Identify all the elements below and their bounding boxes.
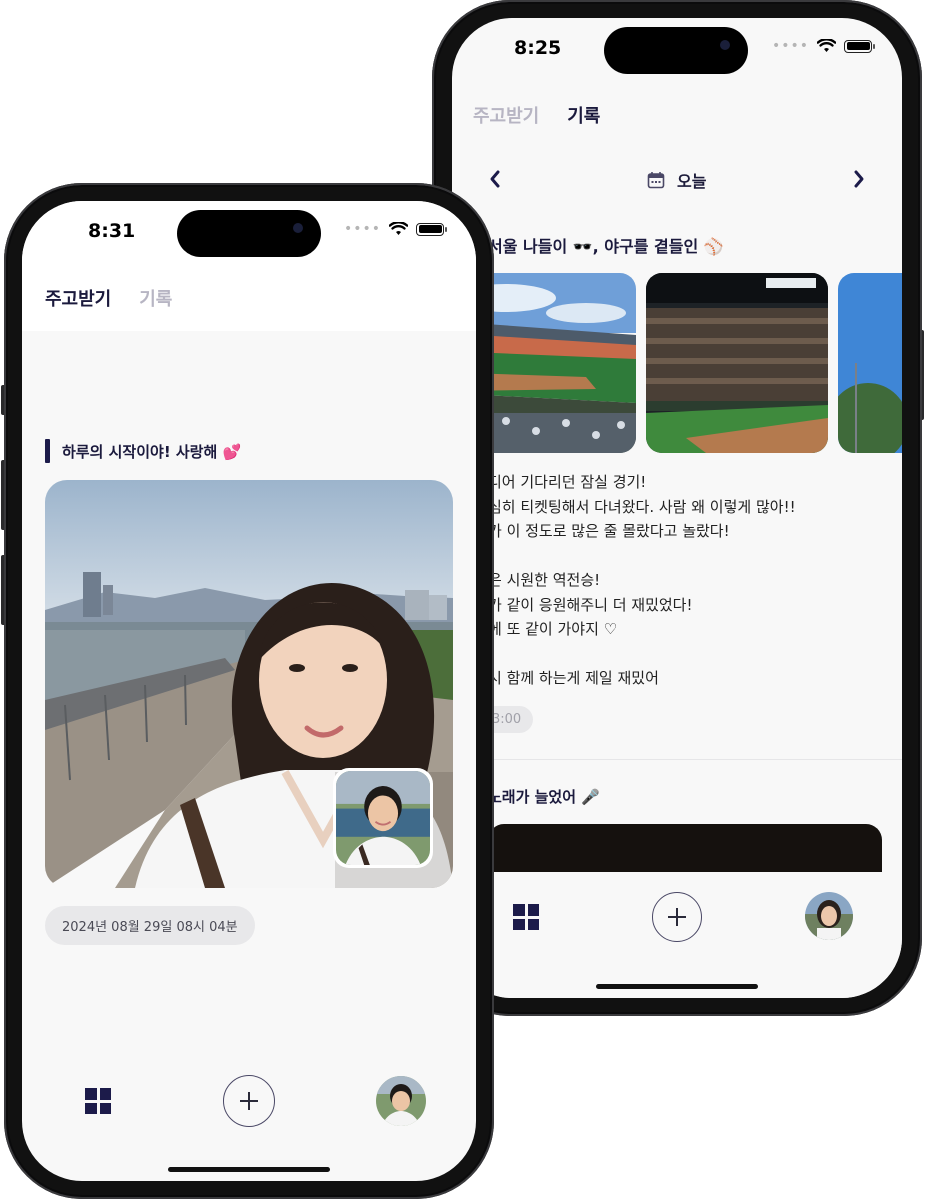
post-body-line: 시 함께 하는게 제일 재밌어 [488, 669, 659, 687]
post-body-line: 에 또 같이 가야지 ♡ [488, 620, 618, 638]
wifi-icon [389, 222, 409, 235]
post-title: 서울 나들이 🕶️, 야구를 곁들인 ⚾ [488, 237, 724, 256]
dynamic-island [177, 210, 321, 257]
post-body-line: 가 이 정도로 많은 줄 몰랐다고 놀랐다! [488, 522, 730, 540]
plus-icon [240, 1092, 258, 1110]
post-title-2: 노래가 늘었어 🎤 [488, 788, 600, 806]
photo-carousel[interactable] [474, 273, 902, 455]
add-button[interactable] [223, 1075, 275, 1127]
pip-photo[interactable] [333, 768, 433, 868]
dynamic-island [604, 27, 748, 74]
plus-icon [668, 908, 686, 926]
post-body-line: 디어 기다리던 잠실 경기! [488, 473, 647, 491]
chevron-left-icon[interactable] [488, 169, 502, 189]
grid-icon[interactable] [513, 904, 539, 930]
chevron-right-icon[interactable] [852, 169, 866, 189]
back-phone: 8:25 •••• 주고받기 기록 오늘 서울 나들이 🕶️, 야구를 곁들인 … [432, 0, 922, 1016]
tab-records[interactable]: 기록 [139, 285, 172, 311]
status-time: 8:25 [514, 37, 562, 59]
wifi-icon [817, 39, 837, 52]
stadium-photo-night[interactable] [646, 273, 828, 453]
status-time: 8:31 [88, 220, 136, 242]
battery-icon [844, 39, 876, 53]
date-navigation: 오늘 [452, 156, 902, 208]
post-body-line [488, 642, 888, 667]
stadium-photo-day[interactable] [474, 273, 636, 453]
post-body-line: 은 시원한 역전승! [488, 571, 601, 589]
post-body-line [488, 544, 888, 569]
post-body-line: 심히 티켓팅해서 다녀왔다. 사람 왜 이렇게 많아!! [488, 497, 796, 516]
grid-icon[interactable] [85, 1088, 111, 1114]
tab-give-receive[interactable]: 주고받기 [45, 285, 111, 311]
battery-icon [416, 222, 448, 236]
front-phone-screen: 8:31 •••• 주고받기 기록 하루의 시작이야! 사랑해 💕 2024년 … [22, 201, 476, 1181]
tab-give-receive[interactable]: 주고받기 [473, 102, 539, 128]
title-accent-bar [45, 439, 50, 463]
signal-icon: •••• [344, 221, 382, 237]
add-button[interactable] [652, 892, 702, 942]
home-indicator [168, 1167, 330, 1172]
post-title: 하루의 시작이야! 사랑해 💕 [62, 443, 242, 461]
front-phone: 8:31 •••• 주고받기 기록 하루의 시작이야! 사랑해 💕 2024년 … [4, 183, 494, 1199]
signal-icon: •••• [772, 38, 810, 54]
post-body-line: 가 같이 응원해주니 더 재밌었다! [488, 595, 693, 614]
tab-records[interactable]: 기록 [567, 102, 600, 128]
post-body: 디어 기다리던 잠실 경기! 심히 티켓팅해서 다녀왔다. 사람 왜 이렇게 많… [488, 470, 888, 691]
date-label[interactable]: 오늘 [677, 168, 706, 192]
post-timestamp: 2024년 08월 29일 08시 04분 [45, 906, 255, 945]
profile-avatar[interactable] [805, 892, 853, 940]
profile-avatar[interactable] [376, 1076, 426, 1126]
home-indicator [596, 984, 758, 989]
divider [488, 759, 902, 760]
back-phone-screen: 8:25 •••• 주고받기 기록 오늘 서울 나들이 🕶️, 야구를 곁들인 … [452, 18, 902, 998]
calendar-icon [647, 172, 665, 189]
outdoor-photo[interactable] [838, 273, 902, 453]
